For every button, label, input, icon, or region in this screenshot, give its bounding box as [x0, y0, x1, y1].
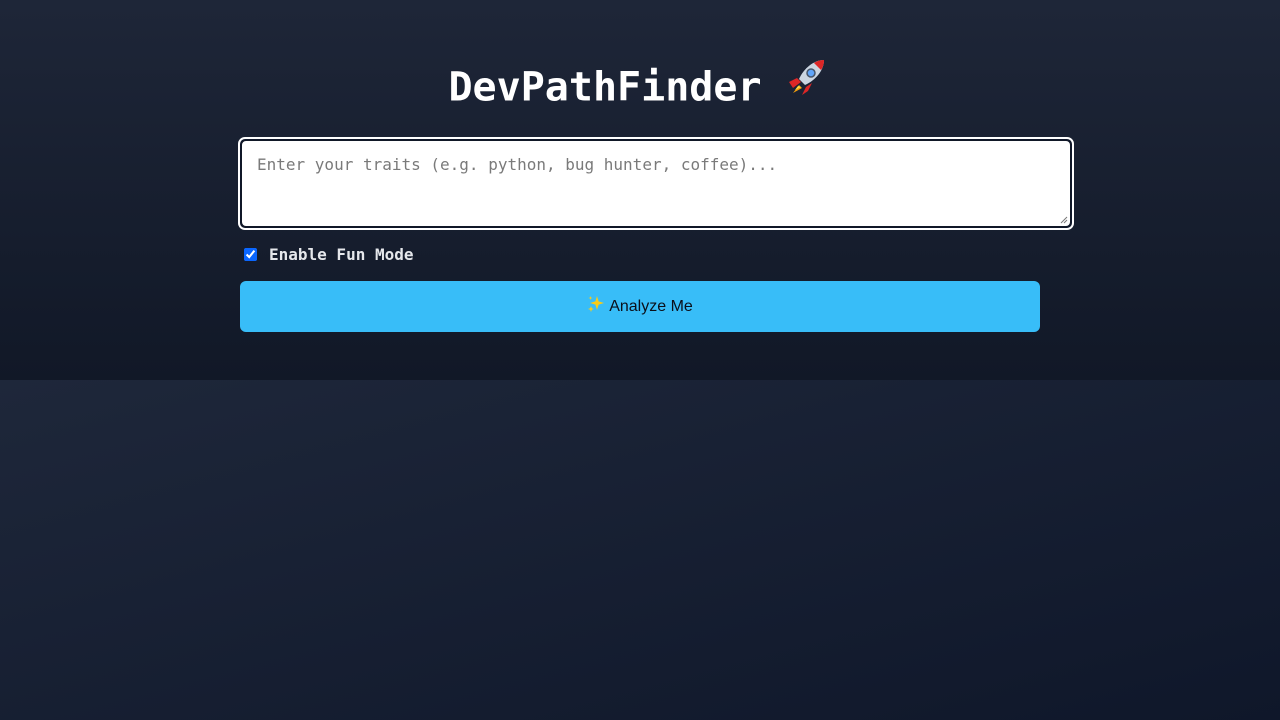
page-title: DevPathFinder: [0, 58, 1280, 121]
rocket-icon: [784, 52, 832, 115]
traits-input[interactable]: [241, 140, 1071, 227]
analyze-button[interactable]: Analyze Me: [240, 281, 1040, 332]
results-area: [0, 380, 1280, 720]
fun-mode-label[interactable]: Enable Fun Mode: [269, 245, 414, 264]
page-title-text: DevPathFinder: [448, 64, 762, 111]
fun-mode-checkbox[interactable]: [244, 247, 257, 261]
fun-mode-row: Enable Fun Mode: [244, 244, 414, 264]
analyze-button-label: Analyze Me: [609, 297, 693, 315]
traits-field-frame: [238, 137, 1074, 230]
sparkles-icon: [587, 295, 605, 318]
